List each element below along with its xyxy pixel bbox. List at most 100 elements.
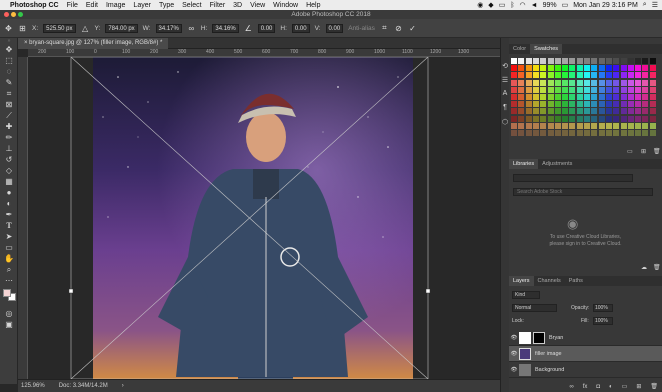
swatch-chip[interactable] bbox=[591, 115, 598, 122]
foreground-color-swatch[interactable] bbox=[3, 289, 11, 297]
swatch-chip[interactable] bbox=[576, 122, 583, 129]
zoom-icon[interactable]: ⌕ bbox=[0, 264, 18, 275]
swatch-chip[interactable] bbox=[584, 86, 590, 93]
adjustment-layer-icon[interactable]: ◐ bbox=[609, 384, 613, 390]
quick-select-icon[interactable]: ✎ bbox=[0, 77, 18, 88]
swatch-chip[interactable] bbox=[554, 101, 561, 108]
swatch-chip[interactable] bbox=[635, 101, 642, 108]
swatch-chip[interactable] bbox=[554, 108, 561, 115]
menu-select[interactable]: Select bbox=[178, 2, 205, 9]
swatch-chip[interactable] bbox=[591, 122, 598, 129]
wifi-icon[interactable]: ◠ bbox=[520, 1, 526, 9]
swatch-chip[interactable] bbox=[642, 58, 649, 64]
swatch-chip[interactable] bbox=[569, 86, 576, 93]
layer-row-selected[interactable]: 👁 filler image bbox=[509, 346, 662, 362]
swatch-chip[interactable] bbox=[554, 115, 561, 122]
swatch-chip[interactable] bbox=[613, 101, 620, 108]
swatch-chip[interactable] bbox=[649, 65, 656, 72]
swatch-chip[interactable] bbox=[598, 101, 605, 108]
minimize-window-icon[interactable] bbox=[11, 12, 16, 17]
swatch-chip[interactable] bbox=[547, 65, 554, 72]
swatch-chip[interactable] bbox=[620, 130, 627, 136]
swatch-chip[interactable] bbox=[518, 115, 525, 122]
swatch-chip[interactable] bbox=[547, 72, 554, 79]
swatch-chip[interactable] bbox=[569, 122, 576, 129]
swatch-chip[interactable] bbox=[576, 86, 583, 93]
volume-icon[interactable]: ◄ bbox=[531, 2, 538, 9]
swatch-chip[interactable] bbox=[620, 65, 627, 72]
swatch-chip[interactable] bbox=[576, 58, 583, 64]
swatch-chip[interactable] bbox=[562, 115, 569, 122]
swatch-chip[interactable] bbox=[584, 79, 590, 86]
swatch-chip[interactable] bbox=[525, 58, 532, 64]
swatch-chip[interactable] bbox=[511, 65, 517, 72]
new-swatch-icon[interactable]: ⊞ bbox=[641, 148, 646, 155]
menu-type[interactable]: Type bbox=[155, 2, 178, 9]
swatch-chip[interactable] bbox=[532, 65, 539, 72]
swatch-chip[interactable] bbox=[620, 94, 627, 100]
swatch-chip[interactable] bbox=[584, 108, 590, 115]
layer-name[interactable]: filler image bbox=[535, 351, 562, 357]
swatch-chip[interactable] bbox=[525, 72, 532, 79]
swatch-chip[interactable] bbox=[576, 108, 583, 115]
swatch-chip[interactable] bbox=[598, 65, 605, 72]
swatch-chip[interactable] bbox=[540, 122, 547, 129]
swatch-chip[interactable] bbox=[518, 108, 525, 115]
zoom-level[interactable]: 125.96% bbox=[21, 383, 45, 389]
eyedropper-icon[interactable]: ⟋ bbox=[0, 110, 18, 121]
swatch-chip[interactable] bbox=[620, 58, 627, 64]
layer-name[interactable]: Background bbox=[535, 367, 564, 373]
eraser-icon[interactable]: ◇ bbox=[0, 165, 18, 176]
swatch-chip[interactable] bbox=[584, 101, 590, 108]
stamp-icon[interactable]: ⊥ bbox=[0, 143, 18, 154]
swatch-chip[interactable] bbox=[576, 72, 583, 79]
swatch-chip[interactable] bbox=[540, 94, 547, 100]
swatch-chip[interactable] bbox=[576, 94, 583, 100]
swatch-chip[interactable] bbox=[525, 122, 532, 129]
rectangle-icon[interactable]: ▭ bbox=[0, 242, 18, 253]
type-icon[interactable]: T bbox=[0, 220, 18, 231]
swatch-chip[interactable] bbox=[547, 58, 554, 64]
swatch-chip[interactable] bbox=[598, 86, 605, 93]
swatch-chip[interactable] bbox=[598, 122, 605, 129]
layer-visibility-icon[interactable]: 👁 bbox=[509, 335, 519, 341]
layer-row[interactable]: 👁 Bryan bbox=[509, 330, 662, 346]
swatch-chip[interactable] bbox=[591, 101, 598, 108]
swatch-chip[interactable] bbox=[511, 72, 517, 79]
blur-icon[interactable]: ● bbox=[0, 187, 18, 198]
swatch-chip[interactable] bbox=[569, 65, 576, 72]
swatch-chip[interactable] bbox=[620, 108, 627, 115]
layer-visibility-icon[interactable]: 👁 bbox=[509, 351, 519, 357]
status-arrow-icon[interactable]: › bbox=[122, 383, 124, 389]
swatch-chip[interactable] bbox=[554, 72, 561, 79]
swatch-chip[interactable] bbox=[620, 79, 627, 86]
swatch-chip[interactable] bbox=[649, 108, 656, 115]
swatch-chip[interactable] bbox=[547, 122, 554, 129]
swatch-chip[interactable] bbox=[511, 130, 517, 136]
pen-icon[interactable]: ✒ bbox=[0, 209, 18, 220]
menu-filter[interactable]: Filter bbox=[206, 2, 230, 9]
swatch-chip[interactable] bbox=[613, 115, 620, 122]
swatch-chip[interactable] bbox=[562, 101, 569, 108]
swatch-chip[interactable] bbox=[649, 86, 656, 93]
swatch-chip[interactable] bbox=[569, 115, 576, 122]
swatch-chip[interactable] bbox=[511, 86, 517, 93]
swatch-chip[interactable] bbox=[649, 115, 656, 122]
swatch-chip[interactable] bbox=[591, 130, 598, 136]
tab-channels[interactable]: Channels bbox=[534, 276, 565, 286]
swatch-chip[interactable] bbox=[584, 94, 590, 100]
swatch-chip[interactable] bbox=[627, 72, 634, 79]
swatch-chip[interactable] bbox=[562, 72, 569, 79]
delete-swatch-icon[interactable]: 🗑 bbox=[653, 148, 661, 155]
swatch-chip[interactable] bbox=[620, 122, 627, 129]
swatch-chip[interactable] bbox=[649, 72, 656, 79]
swatch-chip[interactable] bbox=[598, 108, 605, 115]
swatch-chip[interactable] bbox=[547, 130, 554, 136]
swatch-chip[interactable] bbox=[627, 122, 634, 129]
app-menu[interactable]: Photoshop CC bbox=[8, 2, 63, 9]
swatch-chip[interactable] bbox=[562, 58, 569, 64]
more-tools-icon[interactable]: ⋯ bbox=[0, 275, 18, 286]
layer-visibility-icon[interactable]: 👁 bbox=[509, 367, 519, 373]
frame-icon[interactable]: ⊠ bbox=[0, 99, 18, 110]
swatch-chip[interactable] bbox=[540, 79, 547, 86]
